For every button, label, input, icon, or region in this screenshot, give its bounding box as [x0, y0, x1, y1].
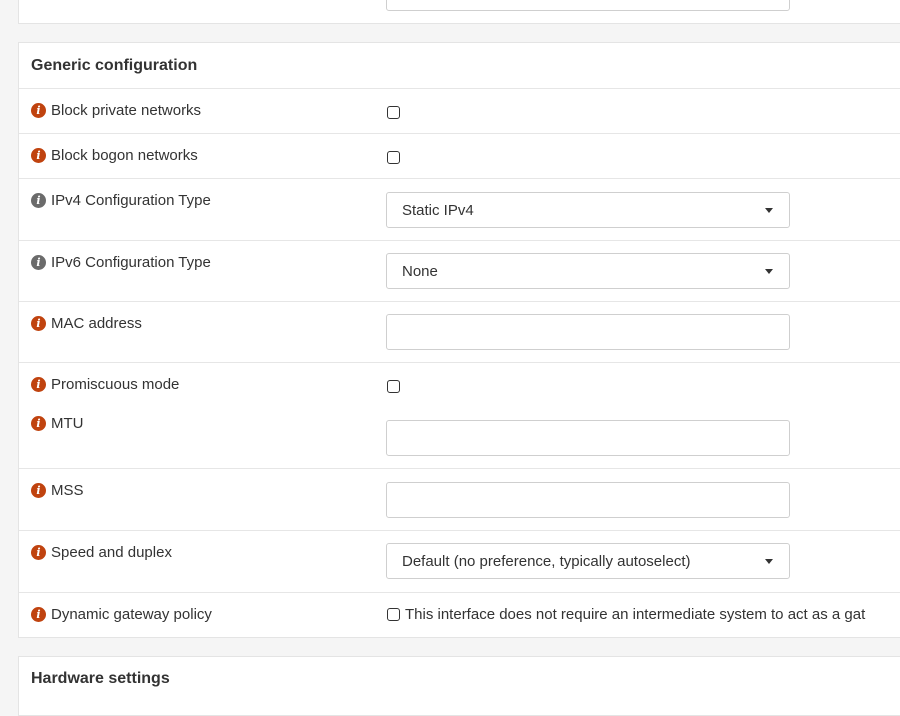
block-bogon-label-wrap: i Block bogon networks: [31, 147, 198, 164]
info-icon[interactable]: i: [31, 148, 46, 163]
ipv6-type-label-wrap: i IPv6 Configuration Type: [31, 254, 211, 271]
ipv4-type-label: IPv4 Configuration Type: [51, 192, 211, 209]
info-icon[interactable]: i: [31, 103, 46, 118]
caret-down-icon: [765, 269, 773, 274]
mss-input[interactable]: [386, 482, 790, 518]
block-private-row: i Block private networks: [19, 89, 900, 134]
caret-down-icon: [765, 559, 773, 564]
section-header: Generic configuration: [19, 43, 900, 89]
promiscuous-label-wrap: i Promiscuous mode: [31, 376, 179, 393]
section-header: Hardware settings: [19, 657, 900, 703]
info-icon[interactable]: i: [31, 483, 46, 498]
mtu-row: i MTU: [19, 405, 900, 469]
block-private-checkbox[interactable]: [387, 106, 400, 119]
mac-address-label: MAC address: [51, 315, 142, 332]
info-icon[interactable]: i: [31, 377, 46, 392]
mss-label: MSS: [51, 482, 84, 499]
hardware-settings-card: Hardware settings: [18, 656, 900, 716]
caret-down-icon: [765, 208, 773, 213]
speed-duplex-label-wrap: i Speed and duplex: [31, 544, 172, 561]
dynamic-gateway-label: Dynamic gateway policy: [51, 606, 212, 623]
promiscuous-label: Promiscuous mode: [51, 376, 180, 393]
block-bogon-row: i Block bogon networks: [19, 134, 900, 179]
speed-duplex-select[interactable]: Default (no preference, typically autose…: [386, 543, 790, 579]
info-icon[interactable]: i: [31, 416, 46, 431]
block-private-label-wrap: i Block private networks: [31, 102, 201, 119]
speed-duplex-row: i Speed and duplex Default (no preferenc…: [19, 531, 900, 593]
ipv6-type-value: None: [402, 263, 438, 280]
mac-address-label-wrap: i MAC address: [31, 315, 142, 332]
section-title: Hardware settings: [31, 670, 170, 687]
ipv6-type-label: IPv6 Configuration Type: [51, 254, 211, 271]
info-icon[interactable]: i: [31, 255, 46, 270]
block-bogon-checkbox[interactable]: [387, 151, 400, 164]
block-bogon-label: Block bogon networks: [51, 147, 198, 164]
ipv6-type-select[interactable]: None: [386, 253, 790, 289]
mtu-label: MTU: [51, 415, 84, 432]
ipv4-type-select[interactable]: Static IPv4: [386, 192, 790, 228]
ipv6-type-row: i IPv6 Configuration Type None: [19, 241, 900, 302]
promiscuous-row: i Promiscuous mode: [19, 363, 900, 405]
mac-address-input[interactable]: [386, 314, 790, 350]
info-icon[interactable]: i: [31, 316, 46, 331]
ipv4-type-label-wrap: i IPv4 Configuration Type: [31, 192, 211, 209]
info-icon[interactable]: i: [31, 545, 46, 560]
ipv4-type-value: Static IPv4: [402, 202, 474, 219]
block-private-label: Block private networks: [51, 102, 202, 119]
dynamic-gateway-checkbox[interactable]: [387, 608, 400, 621]
dynamic-gateway-option[interactable]: This interface does not require an inter…: [387, 606, 865, 623]
mtu-input[interactable]: [386, 420, 790, 456]
mss-row: i MSS: [19, 469, 900, 531]
ipv4-type-row: i IPv4 Configuration Type Static IPv4: [19, 179, 900, 241]
mss-label-wrap: i MSS: [31, 482, 84, 499]
section-title: Generic configuration: [31, 57, 198, 74]
previous-section-card: [18, 0, 900, 24]
mtu-label-wrap: i MTU: [31, 415, 84, 432]
speed-duplex-label: Speed and duplex: [51, 544, 172, 561]
mac-address-row: i MAC address: [19, 302, 900, 363]
info-icon[interactable]: i: [31, 607, 46, 622]
info-icon[interactable]: i: [31, 193, 46, 208]
promiscuous-checkbox[interactable]: [387, 380, 400, 393]
dynamic-gateway-label-wrap: i Dynamic gateway policy: [31, 606, 212, 623]
dynamic-gateway-option-text: This interface does not require an inter…: [405, 606, 866, 623]
previous-field[interactable]: [386, 0, 790, 11]
speed-duplex-value: Default (no preference, typically autose…: [402, 553, 691, 570]
dynamic-gateway-row: i Dynamic gateway policy This interface …: [19, 593, 900, 639]
generic-configuration-card: Generic configuration i Block private ne…: [18, 42, 900, 638]
